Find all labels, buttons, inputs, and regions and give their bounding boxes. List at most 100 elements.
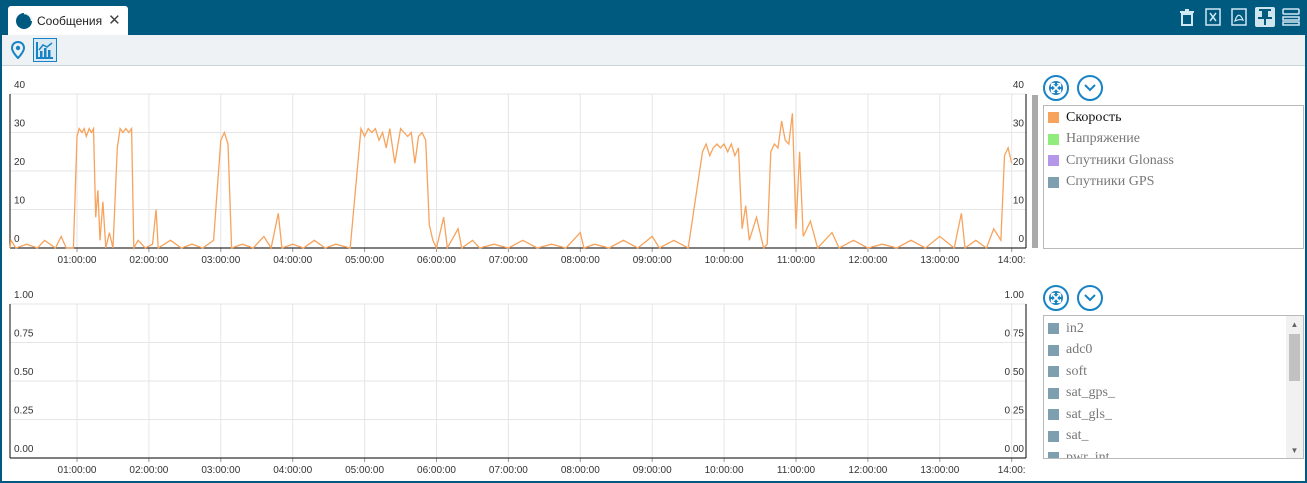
x-tick-label: 05:00:00 — [345, 255, 384, 266]
legend-item[interactable]: Скорость — [1044, 107, 1303, 129]
x-tick-label: 08:00:00 — [561, 255, 600, 266]
close-icon[interactable]: ✕ — [108, 13, 121, 28]
location-pin-icon[interactable] — [6, 38, 30, 62]
y-tick-label-left: 1.00 — [14, 290, 34, 301]
y-tick-label-left: 20 — [14, 157, 26, 168]
x-tick-label: 07:00:00 — [489, 465, 528, 476]
legend-item[interactable]: sat_ — [1044, 426, 1303, 448]
pin-icon[interactable] — [1255, 7, 1275, 27]
y-tick-label-left: 0.25 — [14, 406, 34, 417]
y-tick-label-left: 10 — [14, 196, 26, 207]
layout-icon[interactable] — [1281, 7, 1301, 27]
x-tick-label: 06:00:00 — [417, 255, 456, 266]
chevron-down-icon[interactable] — [1077, 285, 1103, 311]
y-tick-label-left: 40 — [14, 80, 26, 91]
scroll-up-icon[interactable]: ▲ — [1286, 316, 1303, 332]
legend-item[interactable]: in2 — [1044, 318, 1303, 340]
legend-label: sat_gls_ — [1066, 406, 1112, 422]
x-tick-label: 07:00:00 — [489, 255, 528, 266]
x-tick-label: 03:00:00 — [201, 255, 240, 266]
y-tick-label-right: 30 — [1013, 119, 1025, 130]
legend-item[interactable]: Спутники Glonass — [1044, 150, 1303, 172]
legend-swatch — [1048, 176, 1059, 188]
x-tick-label: 08:00:00 — [561, 465, 600, 476]
y-tick-label-left: 0.50 — [14, 367, 34, 378]
legend-item[interactable]: Напряжение — [1044, 129, 1303, 151]
legend-top: Скорость Напряжение Спутники Glonass Спутни… — [1043, 105, 1304, 249]
legend-item[interactable]: pwr_int — [1044, 447, 1303, 459]
y-tick-label-left: 0.00 — [14, 444, 34, 455]
legend-label: sat_ — [1066, 428, 1089, 444]
x-tick-label: 11:00:00 — [777, 465, 816, 476]
y-tick-label-left: 0.75 — [14, 329, 34, 340]
pdf-icon[interactable] — [1229, 7, 1249, 27]
legend-label: Спутники GPS — [1066, 174, 1155, 190]
x-tick-label: 02:00:00 — [129, 255, 168, 266]
legend-item[interactable]: sat_gls_ — [1044, 404, 1303, 426]
legend-bottom: in2 adc0 soft sat_gps_ sat_gls_ sat_ pwr_int ▲… — [1043, 315, 1304, 459]
expand-icon[interactable] — [1043, 75, 1069, 101]
y-tick-label-right: 10 — [1013, 196, 1025, 207]
x-tick-label: 04:00:00 — [273, 255, 312, 266]
toolbar — [2, 35, 1305, 66]
expand-icon[interactable] — [1043, 285, 1069, 311]
scroll-down-icon[interactable]: ▼ — [1286, 442, 1303, 458]
legend-label: soft — [1066, 363, 1087, 379]
excel-icon[interactable] — [1203, 7, 1223, 27]
y-tick-label-right: 0.50 — [1005, 367, 1025, 378]
x-tick-label: 06:00:00 — [417, 465, 456, 476]
legend-label: in2 — [1066, 320, 1084, 336]
x-tick-label: 09:00:00 — [633, 465, 672, 476]
y-tick-label-right: 0 — [1018, 234, 1024, 245]
legend-label: pwr_int — [1066, 449, 1110, 459]
y-tick-label-right: 1.00 — [1005, 290, 1025, 301]
legend-label: Спутники Glonass — [1066, 152, 1174, 168]
x-tick-label: 11:00:00 — [777, 255, 816, 266]
x-tick-label: 12:00:00 — [848, 255, 887, 266]
legend-item[interactable]: Спутники GPS — [1044, 172, 1303, 194]
x-tick-label: 14:00: — [998, 255, 1026, 266]
legend-swatch — [1048, 133, 1059, 145]
trash-icon[interactable] — [1177, 7, 1197, 27]
legend-swatch — [1048, 155, 1059, 167]
chart-splitter[interactable] — [1032, 95, 1038, 248]
title-bar: Сообщения ✕ — [0, 0, 1307, 35]
legend-label: sat_gps_ — [1066, 385, 1115, 401]
pie-chart-icon — [16, 12, 32, 29]
legend-item[interactable]: soft — [1044, 361, 1303, 383]
tab-messages[interactable]: Сообщения ✕ — [8, 6, 128, 35]
chart-icon[interactable] — [33, 38, 57, 62]
y-tick-label-right: 40 — [1013, 80, 1025, 91]
y-tick-label-left: 0 — [14, 234, 20, 245]
legend-swatch — [1048, 452, 1059, 458]
speed-chart: 40 40 30 30 20 20 10 10 0 0 01:00:00 02:00:00 03:00:… — [4, 72, 1034, 268]
y-tick-label-right: 0.25 — [1005, 406, 1025, 417]
legend-swatch — [1048, 344, 1059, 356]
x-tick-label: 04:00:00 — [273, 465, 312, 476]
x-tick-label: 03:00:00 — [201, 465, 240, 476]
x-tick-label: 13:00:00 — [920, 255, 959, 266]
tab-label: Сообщения — [37, 13, 103, 28]
x-tick-label: 02:00:00 — [129, 465, 168, 476]
y-tick-label-right: 0.00 — [1005, 444, 1025, 455]
legend-item[interactable]: sat_gps_ — [1044, 383, 1303, 405]
legend-label: Скорость — [1066, 109, 1122, 125]
sensor-chart-svg: 1.00 1.00 0.75 0.75 0.50 0.50 0.25 0.25 0.00 0.00… — [9, 290, 1027, 476]
legend-item[interactable]: adc0 — [1044, 340, 1303, 362]
scroll-thumb[interactable] — [1289, 334, 1300, 381]
x-tick-label: 01:00:00 — [58, 255, 97, 266]
x-tick-label: 10:00:00 — [705, 465, 744, 476]
x-tick-label: 13:00:00 — [920, 465, 959, 476]
chevron-down-icon[interactable] — [1077, 75, 1103, 101]
sensor-chart: 1.00 1.00 0.75 0.75 0.50 0.50 0.25 0.25 0.00 0.00… — [4, 282, 1034, 478]
legend-label: Напряжение — [1066, 131, 1140, 147]
legend-scrollbar[interactable]: ▲ ▼ — [1286, 316, 1303, 458]
legend-swatch — [1048, 409, 1059, 421]
y-tick-label-right: 20 — [1013, 157, 1025, 168]
x-tick-label: 01:00:00 — [58, 465, 97, 476]
legend-swatch — [1048, 112, 1059, 124]
legend-swatch — [1048, 323, 1059, 335]
x-tick-label: 05:00:00 — [345, 465, 384, 476]
x-tick-label: 14:00: — [998, 465, 1026, 476]
x-tick-label: 09:00:00 — [633, 255, 672, 266]
